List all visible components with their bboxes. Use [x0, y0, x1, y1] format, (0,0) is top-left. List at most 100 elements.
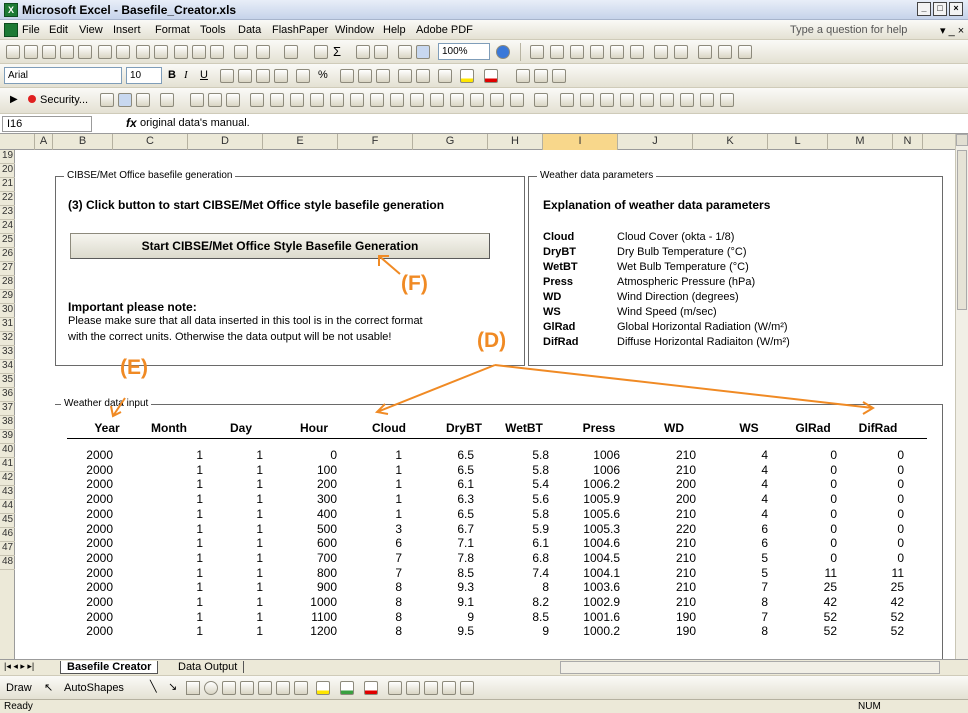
- cut-icon[interactable]: [174, 45, 188, 59]
- col-header-l[interactable]: L: [768, 134, 828, 150]
- row-header[interactable]: 29: [0, 290, 15, 304]
- row-header[interactable]: 41: [0, 458, 15, 472]
- line-style-icon[interactable]: [388, 681, 402, 695]
- form-icon-l[interactable]: [430, 93, 444, 107]
- scroll-up-icon[interactable]: [956, 134, 968, 146]
- form-icon-w[interactable]: [660, 93, 674, 107]
- form-icon-e[interactable]: [290, 93, 304, 107]
- row-header[interactable]: 28: [0, 276, 15, 290]
- menu-flashpaper[interactable]: FlashPaper: [272, 24, 328, 36]
- form-icon-r[interactable]: [560, 93, 574, 107]
- form-icon-n[interactable]: [470, 93, 484, 107]
- row-header[interactable]: 21: [0, 178, 15, 192]
- tab-nav-icons[interactable]: |◂ ◂ ▸ ▸|: [4, 661, 34, 672]
- row-header[interactable]: 30: [0, 304, 15, 318]
- col-header-m[interactable]: M: [828, 134, 893, 150]
- help-search-box[interactable]: Type a question for help: [790, 24, 907, 36]
- arrow-style-icon[interactable]: [424, 681, 438, 695]
- font-select[interactable]: Arial: [4, 67, 122, 84]
- form-icon-u[interactable]: [620, 93, 634, 107]
- sort-desc-icon[interactable]: [374, 45, 388, 59]
- wordart-icon[interactable]: [240, 681, 254, 695]
- col-header-j[interactable]: J: [618, 134, 693, 150]
- menu-file[interactable]: File: [22, 24, 40, 36]
- diagram-icon[interactable]: [258, 681, 272, 695]
- security-button[interactable]: Security...: [40, 94, 88, 106]
- formula-content[interactable]: original data's manual.: [140, 117, 250, 129]
- form-icon-y[interactable]: [700, 93, 714, 107]
- row-header[interactable]: 34: [0, 360, 15, 374]
- form-icon-a[interactable]: [208, 93, 222, 107]
- increase-indent-icon[interactable]: [416, 69, 430, 83]
- toolbar-icon-f[interactable]: [630, 45, 644, 59]
- menu-adobe-pdf[interactable]: Adobe PDF: [416, 24, 473, 36]
- menu-edit[interactable]: Edit: [49, 24, 68, 36]
- row-header[interactable]: 45: [0, 514, 15, 528]
- undo-icon[interactable]: [256, 45, 270, 59]
- col-header-c[interactable]: C: [113, 134, 188, 150]
- select-objects-icon[interactable]: ↖: [44, 681, 53, 694]
- row-header[interactable]: 23: [0, 206, 15, 220]
- row-header[interactable]: 46: [0, 528, 15, 542]
- minimize-button[interactable]: _: [917, 2, 931, 16]
- form-icon-v[interactable]: [640, 93, 654, 107]
- align-left-icon[interactable]: [220, 69, 234, 83]
- merge-center-icon[interactable]: [274, 69, 288, 83]
- chart-wizard-icon[interactable]: [398, 45, 412, 59]
- col-header-n[interactable]: N: [893, 134, 923, 150]
- save-icon[interactable]: [42, 45, 56, 59]
- print-preview-icon[interactable]: [116, 45, 130, 59]
- scroll-thumb[interactable]: [957, 150, 967, 310]
- paste-icon[interactable]: [210, 45, 224, 59]
- visual-basic-icon[interactable]: [100, 93, 114, 107]
- italic-button[interactable]: I: [184, 69, 188, 81]
- form-icon-k[interactable]: [410, 93, 424, 107]
- zoom-select[interactable]: 100%: [438, 43, 490, 60]
- col-header-k[interactable]: K: [693, 134, 768, 150]
- clipart-icon[interactable]: [276, 681, 290, 695]
- row-header[interactable]: 37: [0, 402, 15, 416]
- row-header[interactable]: 44: [0, 500, 15, 514]
- email-icon[interactable]: [78, 45, 92, 59]
- form-icon-b[interactable]: [226, 93, 240, 107]
- fill-color-icon[interactable]: [460, 69, 474, 83]
- toolbar-icon-b[interactable]: [550, 45, 564, 59]
- 3d-icon[interactable]: [460, 681, 474, 695]
- menu-view[interactable]: View: [79, 24, 103, 36]
- research-icon[interactable]: [154, 45, 168, 59]
- tab-data-output[interactable]: Data Output: [172, 661, 245, 673]
- col-header-a[interactable]: A: [35, 134, 53, 150]
- name-box[interactable]: I16: [2, 116, 92, 132]
- tab-basefile-creator[interactable]: Basefile Creator: [60, 661, 159, 674]
- row-header[interactable]: 42: [0, 472, 15, 486]
- workbook-icon[interactable]: [4, 23, 18, 37]
- form-icon-o[interactable]: [490, 93, 504, 107]
- toolbar-icon-g[interactable]: [654, 45, 668, 59]
- pdf-icon-c[interactable]: [552, 69, 566, 83]
- design-mode-icon[interactable]: [118, 93, 132, 107]
- form-icon-t[interactable]: [600, 93, 614, 107]
- percent-button[interactable]: %: [318, 69, 328, 81]
- hyperlink-icon[interactable]: [314, 45, 328, 59]
- doc-window-controls[interactable]: ▾ _ ×: [940, 24, 964, 37]
- permission-icon[interactable]: [60, 45, 74, 59]
- col-header-f[interactable]: F: [338, 134, 413, 150]
- pdf-icon-b[interactable]: [534, 69, 548, 83]
- row-header[interactable]: 26: [0, 248, 15, 262]
- borders-icon[interactable]: [438, 69, 452, 83]
- row-header[interactable]: 47: [0, 542, 15, 556]
- run-icon[interactable]: ▶: [10, 94, 18, 105]
- toolbar-icon-d[interactable]: [590, 45, 604, 59]
- menu-help[interactable]: Help: [383, 24, 406, 36]
- record-icon[interactable]: [28, 95, 36, 103]
- spelling-icon[interactable]: [136, 45, 150, 59]
- draw-menu[interactable]: Draw: [6, 682, 32, 694]
- form-icon-f[interactable]: [310, 93, 324, 107]
- worksheet[interactable]: CIBSE/Met Office basefile generation (3)…: [15, 150, 955, 659]
- currency-icon[interactable]: [296, 69, 310, 83]
- row-header[interactable]: 38: [0, 416, 15, 430]
- col-header-i[interactable]: I: [543, 134, 618, 150]
- bold-button[interactable]: B: [168, 69, 176, 81]
- toolbar-icon-a[interactable]: [530, 45, 544, 59]
- row-header[interactable]: 35: [0, 374, 15, 388]
